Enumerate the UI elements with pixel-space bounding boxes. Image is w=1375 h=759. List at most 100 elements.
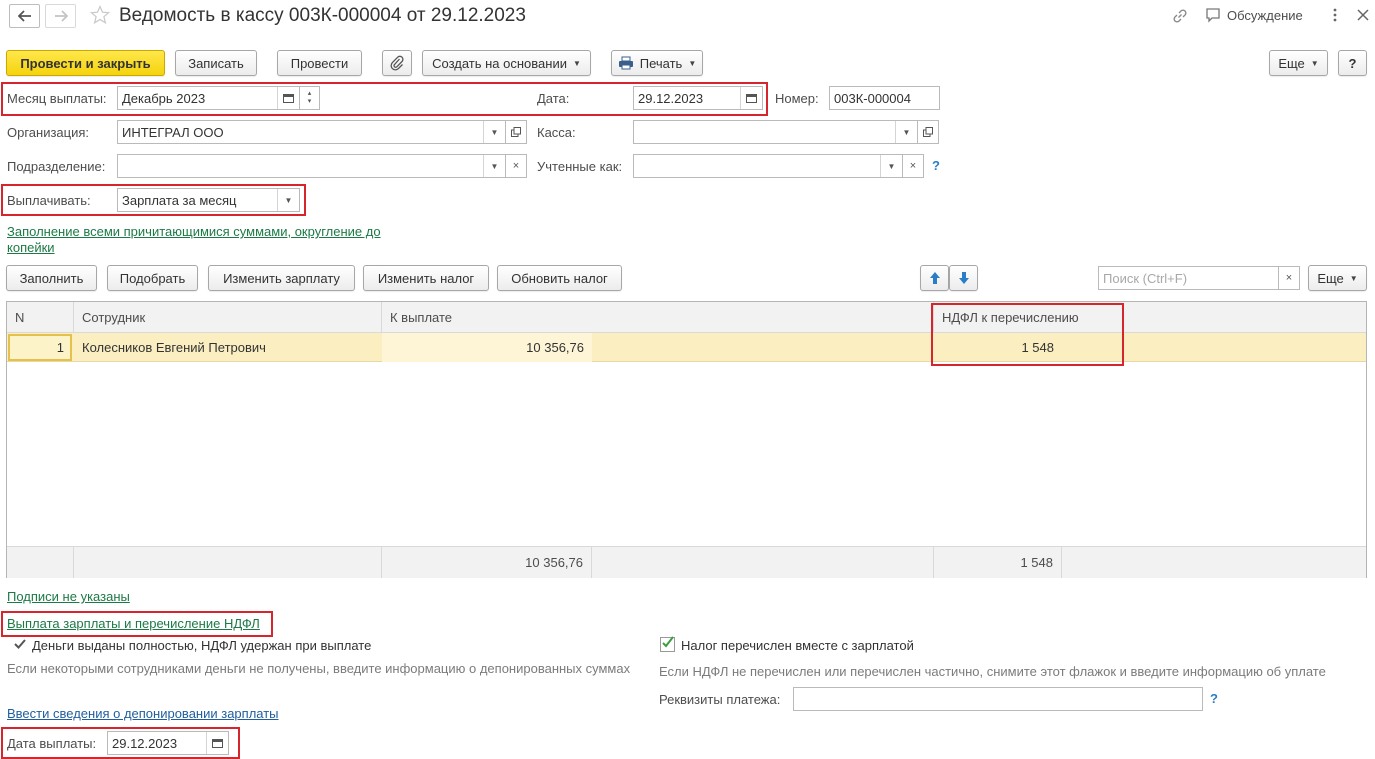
counted-as-field[interactable]: ▼ [633,154,903,178]
clear-icon: × [909,160,917,172]
footer-cell-blank [1062,546,1366,578]
help-button[interactable]: ? [1338,50,1367,76]
search-input[interactable]: Поиск (Ctrl+F) [1098,266,1279,290]
column-header-employee[interactable]: Сотрудник [74,302,382,333]
dropdown-arrow-icon: ▼ [688,58,697,68]
back-button[interactable] [9,4,40,28]
dropdown-arrow-icon: ▼ [1349,273,1358,283]
move-up-button[interactable] [920,265,949,291]
counted-as-label: Учтенные как: [537,159,623,174]
cash-field[interactable]: ▼ [633,120,918,144]
cash-label: Касса: [537,125,576,140]
spin-up-icon[interactable]: ▴ [308,90,312,98]
clear-counted-as-button[interactable]: × [902,154,924,178]
change-tax-button[interactable]: Изменить налог [363,265,489,291]
calendar-icon[interactable] [206,732,228,754]
more-button[interactable]: Еще ▼ [1269,50,1328,76]
department-label: Подразделение: [7,159,106,174]
employees-table[interactable]: N Сотрудник К выплате НДФЛ к перечислени… [6,301,1367,578]
tax-note: Если НДФЛ не перечислен или перечислен ч… [659,664,1326,679]
clear-icon: × [1285,272,1293,284]
column-header-ndfl[interactable]: НДФЛ к перечислению [934,302,1366,333]
number-value: 003К-000004 [834,90,911,106]
dropdown-arrow-icon: ▼ [1310,58,1319,68]
clear-search-button[interactable]: × [1278,266,1300,290]
fill-button[interactable]: Заполнить [6,265,97,291]
open-cash-button[interactable] [917,120,939,144]
pay-type-select[interactable]: Зарплата за месяц ▼ [117,188,300,212]
pay-type-value: Зарплата за месяц [122,192,237,208]
pick-button[interactable]: Подобрать [107,265,198,291]
table-more-button[interactable]: Еще ▼ [1308,265,1367,291]
open-icon [923,127,933,137]
link-icon[interactable] [1171,7,1189,28]
create-based-on-label: Создать на основании [432,55,567,71]
close-icon[interactable] [1356,8,1370,25]
department-field[interactable]: ▼ [117,154,506,178]
dropdown-arrow-icon: ▼ [572,58,581,68]
arrow-left-icon [17,10,31,22]
dropdown-arrow-icon[interactable]: ▼ [483,155,505,177]
dropdown-arrow-icon[interactable]: ▼ [483,121,505,143]
fill-mode-link-line1: Заполнение всеми причитающимися суммами,… [7,224,381,239]
calendar-icon[interactable] [277,87,299,109]
organization-label: Организация: [7,125,90,140]
footer-cell-n [7,546,74,578]
pay-date-field[interactable]: 29.12.2023 [107,731,229,755]
payment-details-field[interactable] [793,687,1203,711]
spin-down-icon[interactable]: ▾ [308,98,312,106]
cell-n[interactable]: 1 [8,334,72,361]
move-down-button[interactable] [949,265,978,291]
write-button[interactable]: Записать [175,50,257,76]
month-label: Месяц выплаты: [7,91,107,106]
fill-mode-link[interactable]: Заполнение всеми причитающимися суммами,… [7,224,381,256]
post-button[interactable]: Провести [277,50,362,76]
column-header-to-pay[interactable]: К выплате [382,302,934,333]
open-organization-button[interactable] [505,120,527,144]
printer-icon [618,56,633,70]
organization-value: ИНТЕГРАЛ ООО [122,124,224,140]
create-based-on-button[interactable]: Создать на основании ▼ [422,50,591,76]
pay-type-label: Выплачивать: [7,193,91,208]
attach-button[interactable] [382,50,412,76]
signatures-link[interactable]: Подписи не указаны [7,589,130,604]
help-question-icon[interactable]: ? [1210,691,1218,706]
arrow-down-icon [958,272,969,284]
favorite-star-icon[interactable] [89,5,111,28]
calendar-icon[interactable] [740,87,762,109]
update-tax-button[interactable]: Обновить налог [497,265,622,291]
cell-to-pay[interactable]: 10 356,76 [382,333,592,362]
footer-total-to-pay: 10 356,76 [382,546,592,578]
print-label: Печать [639,55,683,71]
deposit-link[interactable]: Ввести сведения о депонировании зарплаты [7,706,279,721]
print-button[interactable]: Печать ▼ [611,50,703,76]
help-question-icon[interactable]: ? [932,158,940,173]
clear-department-button[interactable]: × [505,154,527,178]
change-salary-button[interactable]: Изменить зарплату [208,265,355,291]
tax-paid-checkbox[interactable] [660,636,675,652]
cell-ndfl[interactable]: 1 548 [934,333,1062,362]
paperclip-icon [390,55,404,71]
post-and-close-button[interactable]: Провести и закрыть [6,50,165,76]
cell-employee[interactable]: Колесников Евгений Петрович [82,333,266,362]
payment-details-label: Реквизиты платежа: [659,692,781,707]
month-spinner[interactable]: ▴ ▾ [299,86,320,110]
date-field[interactable]: 29.12.2023 [633,86,763,110]
discussion-button[interactable]: Обсуждение [1204,6,1303,24]
month-value: Декабрь 2023 [122,90,206,106]
more-vertical-icon[interactable] [1331,7,1339,26]
page-title: Ведомость в кассу 003К-000004 от 29.12.2… [119,5,526,26]
dropdown-arrow-icon[interactable]: ▼ [880,155,902,177]
forward-button[interactable] [45,4,76,28]
tax-paid-label[interactable]: Налог перечислен вместе с зарплатой [681,638,914,653]
number-field[interactable]: 003К-000004 [829,86,940,110]
check-icon [13,637,27,654]
payout-link[interactable]: Выплата зарплаты и перечисление НДФЛ [7,616,260,631]
dropdown-arrow-icon[interactable]: ▼ [895,121,917,143]
dropdown-arrow-icon[interactable]: ▼ [277,189,299,211]
month-field[interactable]: Декабрь 2023 [117,86,300,110]
column-header-n[interactable]: N [7,302,74,333]
checkmark-icon [662,636,674,648]
pay-date-label: Дата выплаты: [7,736,97,751]
organization-field[interactable]: ИНТЕГРАЛ ООО ▼ [117,120,506,144]
